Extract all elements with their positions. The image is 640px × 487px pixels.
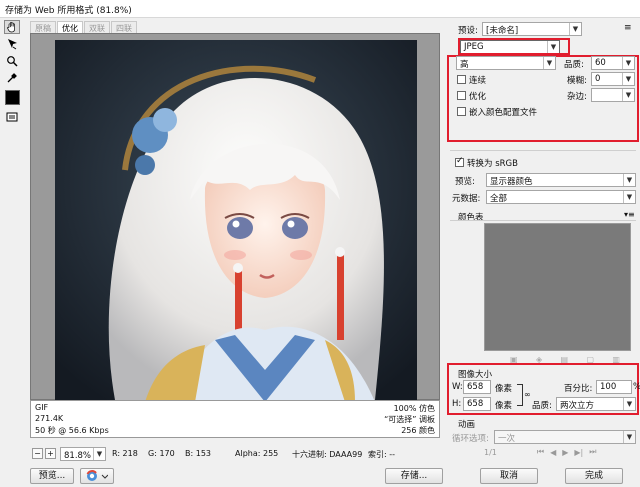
resample-quality-label: 品质: — [532, 401, 552, 411]
quality-value-input[interactable]: 60 ▼ — [591, 56, 635, 70]
hand-tool-icon[interactable] — [4, 20, 20, 34]
chevron-down-icon: ▼ — [569, 23, 581, 35]
preview-button[interactable]: 预览... — [30, 468, 74, 484]
preset-select[interactable]: [未命名] ▼ — [482, 22, 582, 36]
status-b: B: 153 — [185, 449, 211, 458]
blur-label: 模糊: — [567, 76, 587, 86]
preview-mode-label: 预览: — [455, 177, 475, 187]
link-bracket — [517, 384, 523, 406]
optimized-label: 优化 — [469, 92, 487, 102]
info-format: GIF — [35, 403, 49, 412]
loop-options-label: 循环选项: — [452, 434, 489, 444]
matte-label: 杂边: — [567, 92, 587, 102]
cancel-button[interactable]: 取消 — [480, 468, 538, 484]
width-input[interactable]: 658 — [463, 380, 491, 394]
zoom-out-button[interactable]: − — [32, 448, 43, 459]
chevron-down-icon: ▼ — [623, 191, 635, 203]
zoom-select[interactable]: 81.8% ▼ — [60, 447, 106, 461]
format-highlight — [458, 38, 570, 55]
animation-controls: 1/1 ⏮ ◀ ▶ ▶| ⏭ — [450, 446, 638, 458]
save-button[interactable]: 存储... — [385, 468, 443, 484]
embed-profile-checkbox[interactable] — [457, 107, 466, 116]
status-index: 索引: -- — [368, 450, 396, 459]
progressive-label: 连续 — [469, 76, 487, 86]
eyedropper-color-swatch[interactable] — [5, 90, 20, 105]
status-bar: − + 81.8% ▼ R: 218 G: 170 B: 153 Alpha: … — [30, 446, 440, 462]
preset-label: 预设: — [458, 26, 478, 36]
optimization-info-bar: GIF 271.4K 50 秒 @ 56.6 Kbps 100% 仿色 “可选择… — [30, 400, 440, 438]
info-palette: “可选择” 调板 — [384, 415, 435, 424]
zoom-in-button[interactable]: + — [45, 448, 56, 459]
chevron-down-icon: ▼ — [622, 73, 634, 85]
status-r: R: 218 — [112, 449, 138, 458]
convert-srgb-label: 转换为 sRGB — [467, 159, 518, 169]
height-unit: 像素 — [495, 401, 513, 411]
blur-input[interactable]: 0 ▼ — [591, 72, 635, 86]
color-table-menu-icon[interactable]: ▾≡ — [624, 210, 635, 219]
percent-label: 百分比: — [564, 384, 593, 394]
width-label: W: — [452, 382, 463, 392]
width-unit: 像素 — [495, 384, 513, 394]
toggle-slices-icon[interactable] — [4, 110, 20, 124]
last-frame-icon[interactable]: ⏭ — [589, 447, 596, 457]
play-icon[interactable]: ▶ — [562, 448, 568, 457]
info-dither: 100% 仿色 — [393, 404, 435, 413]
percent-input[interactable]: 100 — [596, 380, 632, 394]
status-alpha: Alpha: 255 — [235, 449, 279, 458]
chevron-down-icon: ▼ — [622, 57, 634, 69]
status-hex: 十六进制: DAAA99 — [292, 450, 363, 459]
status-g: G: 170 — [148, 449, 175, 458]
metadata-label: 元数据: — [452, 194, 481, 204]
eyedropper-icon[interactable] — [4, 71, 20, 85]
optimized-checkbox[interactable] — [457, 91, 466, 100]
image-size-title: 图像大小 — [458, 370, 493, 380]
chevron-down-icon: ▼ — [623, 398, 635, 410]
first-frame-icon[interactable]: ⏮ — [537, 447, 544, 457]
height-input[interactable]: 658 — [463, 397, 491, 411]
height-label: H: — [452, 399, 462, 409]
browser-icon — [86, 470, 109, 481]
progressive-checkbox[interactable] — [457, 75, 466, 84]
info-size: 271.4K — [35, 414, 64, 423]
matte-select[interactable]: ▼ — [591, 88, 635, 102]
convert-srgb-checkbox[interactable] — [455, 156, 464, 167]
divider — [450, 220, 636, 221]
chevron-down-icon: ▼ — [623, 431, 635, 443]
done-button[interactable]: 完成 — [565, 468, 623, 484]
chevron-down-icon: ▼ — [622, 89, 634, 101]
toolbox — [2, 20, 24, 130]
quality-level-select[interactable]: 高 ▼ — [456, 56, 556, 70]
frame-counter: 1/1 — [484, 447, 497, 457]
info-colors: 256 颜色 — [401, 426, 435, 435]
info-time: 50 秒 @ 56.6 Kbps — [35, 426, 109, 435]
embed-profile-label: 嵌入颜色配置文件 — [469, 108, 538, 118]
window-title: 存储为 Web 所用格式 (81.8%) — [0, 0, 640, 18]
animation-title: 动画 — [458, 420, 476, 430]
resample-quality-select[interactable]: 两次立方 ▼ — [556, 397, 636, 411]
chain-link-icon[interactable]: ∞ — [524, 390, 531, 399]
chevron-down-icon: ▼ — [543, 57, 555, 69]
panel-menu-icon[interactable]: ≡ — [624, 23, 632, 33]
settings-panel: 预设: [未命名] ▼ ≡ JPEG ▼ 高 ▼ 品质: 60 ▼ 连续 模糊:… — [446, 18, 640, 458]
loop-options-select[interactable]: 一次 ▼ — [494, 430, 636, 444]
divider — [450, 150, 636, 151]
chevron-down-icon: ▼ — [623, 174, 635, 186]
chevron-down-icon: ▼ — [93, 448, 105, 460]
next-frame-icon[interactable]: ▶| — [574, 448, 583, 457]
color-table-label: 颜色表 — [458, 213, 484, 223]
quality-label: 品质: — [564, 60, 584, 70]
prev-frame-icon[interactable]: ◀ — [550, 448, 556, 457]
browser-preview-button[interactable] — [80, 468, 114, 484]
color-table-grid[interactable] — [484, 223, 631, 351]
preview-mode-select[interactable]: 显示器颜色 ▼ — [486, 173, 636, 187]
preview-image — [55, 40, 417, 402]
metadata-select[interactable]: 全部 ▼ — [486, 190, 636, 204]
image-preview-area[interactable] — [30, 33, 440, 402]
slice-select-icon[interactable] — [4, 37, 20, 51]
percent-unit: % — [633, 382, 640, 392]
zoom-icon[interactable] — [4, 54, 20, 68]
